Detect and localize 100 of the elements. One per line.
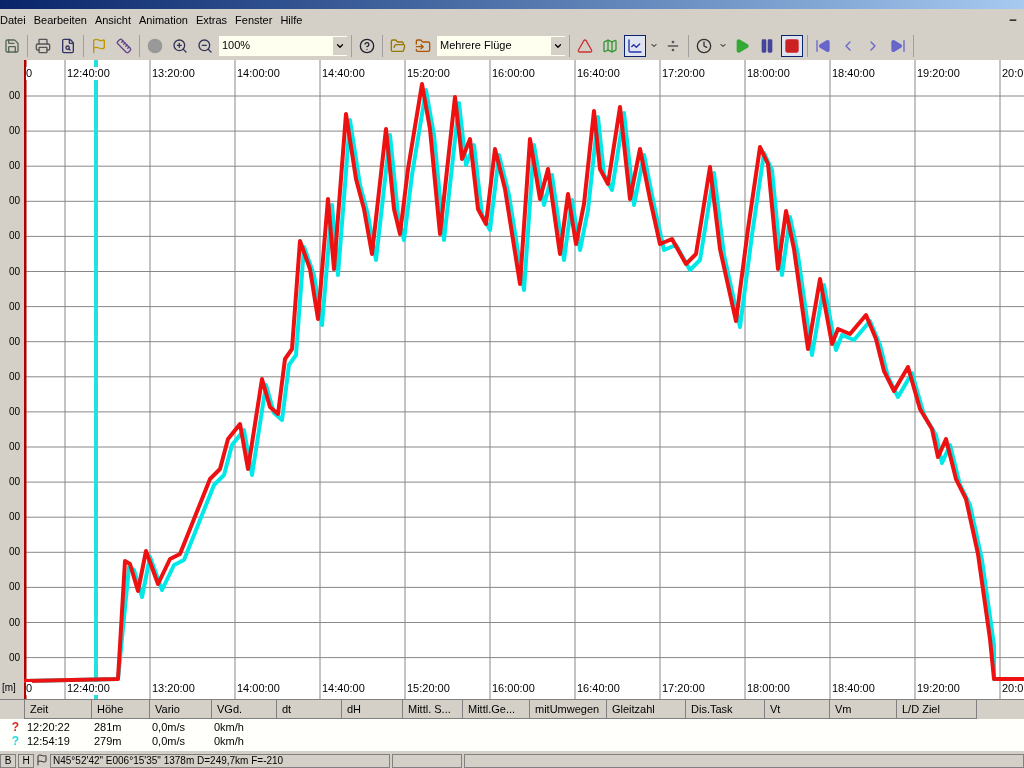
axis-tick-label: 15:20:00: [407, 682, 450, 695]
axis-tick-label: 20:0: [1002, 682, 1024, 695]
axis-tick-label: 18:00:00: [747, 67, 790, 80]
column-header[interactable]: Vm: [830, 700, 897, 719]
axis-tick-label: 00: [7, 511, 20, 524]
column-header[interactable]: Vario: [150, 700, 212, 719]
folder-icon: [415, 37, 431, 54]
axis-tick-label: 00: [7, 616, 20, 629]
table-cell-text: 12:20:22: [26, 719, 71, 735]
column-header[interactable]: Mittl.Ge...: [463, 700, 530, 719]
printer-icon: [35, 37, 51, 54]
menu-item[interactable]: Fenster: [231, 11, 277, 29]
menu-item[interactable]: Hilfe: [276, 11, 307, 29]
axis-tick-label: 12:40:00: [67, 67, 110, 80]
status-text: N45°52'42" E006°15'35" 1378m D=249,7km F=-210: [50, 754, 390, 768]
axis-tick-label: 13:20:00: [152, 682, 195, 695]
column-header[interactable]: Vt: [765, 700, 830, 719]
axis-unit-label: [m]: [2, 682, 16, 694]
save-icon: [4, 37, 20, 54]
axis-tick-label: 00: [7, 230, 20, 243]
caret-icon: [650, 41, 658, 50]
flag-icon: [36, 754, 48, 766]
sphere-icon: [147, 37, 163, 54]
preview-icon: [60, 37, 76, 54]
track-marker: ?: [11, 734, 19, 748]
status-button[interactable]: B: [0, 754, 16, 768]
menu-item[interactable]: Extras: [191, 11, 232, 29]
axis-tick-label: 00: [7, 160, 20, 173]
menu-item[interactable]: Datei: [0, 11, 30, 29]
zoom-out-icon: [197, 37, 213, 54]
column-header[interactable]: VGd.: [212, 700, 277, 719]
column-header[interactable]: mitUmwegen: [530, 700, 607, 719]
axis-tick-label: 17:20:00: [662, 67, 705, 80]
axis-tick-label: 0: [26, 67, 33, 80]
column-header[interactable]: Gleitzahl: [607, 700, 686, 719]
axis-tick-label: 18:40:00: [832, 682, 875, 695]
status-button[interactable]: H: [18, 754, 34, 768]
axis-tick-label: 16:00:00: [492, 682, 535, 695]
pause-icon: [759, 37, 775, 54]
axis-tick-label: 00: [7, 651, 20, 664]
flag-icon: [91, 37, 107, 54]
axis-tick-label: 20:0: [1002, 67, 1024, 80]
axis-tick-label: 17:20:00: [662, 682, 705, 695]
axis-tick-label: 00: [7, 300, 20, 313]
axis-tick-label: 00: [7, 581, 20, 594]
axis-tick-label: 13:20:00: [152, 67, 195, 80]
clock-icon: [696, 37, 712, 54]
stop-icon: [784, 37, 800, 54]
menu-item[interactable]: Animation: [135, 11, 192, 29]
axis-tick-label: 0: [26, 682, 33, 695]
skip-forward-icon: [890, 37, 906, 54]
axis-tick-label: 18:40:00: [832, 67, 875, 80]
column-header[interactable]: L/D Ziel: [897, 700, 977, 719]
column-header[interactable]: Mittl. S...: [403, 700, 463, 719]
column-header[interactable]: Höhe: [92, 700, 150, 719]
help-icon: [359, 37, 375, 54]
axis-tick-label: 00: [7, 441, 20, 453]
axis-tick-label: 12:40:00: [67, 682, 110, 695]
table-cell-text: 281m: [93, 719, 123, 735]
table-cell-text: 0km/h: [213, 733, 245, 749]
column-header[interactable]: Dis.Task: [686, 700, 765, 719]
column-header[interactable]: dH: [342, 700, 403, 719]
axis-tick-label: 16:40:00: [577, 682, 620, 695]
axis-tick-label: 00: [7, 405, 20, 418]
triangle-icon: [577, 37, 593, 54]
column-header[interactable]: Zeit: [25, 700, 92, 719]
axis-tick-label: 00: [7, 335, 20, 348]
axis-tick-label: 14:00:00: [237, 67, 280, 80]
flight-dropdown[interactable]: Mehrere Flüge: [437, 35, 565, 56]
axis-tick-label: 14:00:00: [237, 682, 280, 695]
axis-tick-label: 00: [7, 125, 20, 138]
axis-tick-label: 00: [7, 370, 20, 383]
status-panel: [392, 754, 462, 768]
zoom-dropdown[interactable]: 100%: [219, 35, 347, 56]
menu-item[interactable]: Ansicht: [90, 11, 135, 29]
table-cell-text: 0,0m/s: [151, 733, 186, 749]
toolbar-button[interactable]: [624, 34, 646, 57]
axis-tick-label: 00: [7, 546, 20, 559]
axis-tick-label: 00: [7, 476, 20, 489]
time-cursor-line[interactable]: [24, 60, 27, 699]
axis-tick-label: 14:40:00: [322, 682, 365, 695]
menu-item[interactable]: Bearbeiten: [29, 11, 91, 29]
table-cell-text: 279m: [93, 733, 123, 749]
axis-tick-label: 00: [7, 90, 20, 102]
axis-tick-label: 16:00:00: [492, 67, 535, 80]
toolbar-button[interactable]: [781, 34, 803, 57]
column-header[interactable]: dt: [277, 700, 342, 719]
axis-tick-label: 00: [7, 195, 20, 208]
axis-tick-label: 00: [7, 265, 20, 278]
track-marker: ?: [11, 720, 19, 734]
play-icon: [734, 37, 750, 54]
axis-tick-label: 19:20:00: [917, 682, 960, 695]
line-chart-icon: [627, 37, 643, 54]
ruler-icon: [116, 37, 132, 54]
axis-tick-label: 18:00:00: [747, 682, 790, 695]
table-cell-text: 0,0m/s: [151, 719, 186, 735]
axis-tick-label: 19:20:00: [917, 67, 960, 80]
axis-tick-label: 14:40:00: [322, 67, 365, 80]
zoom-in-icon: [172, 37, 188, 54]
axis-tick-label: 15:20:00: [407, 67, 450, 80]
